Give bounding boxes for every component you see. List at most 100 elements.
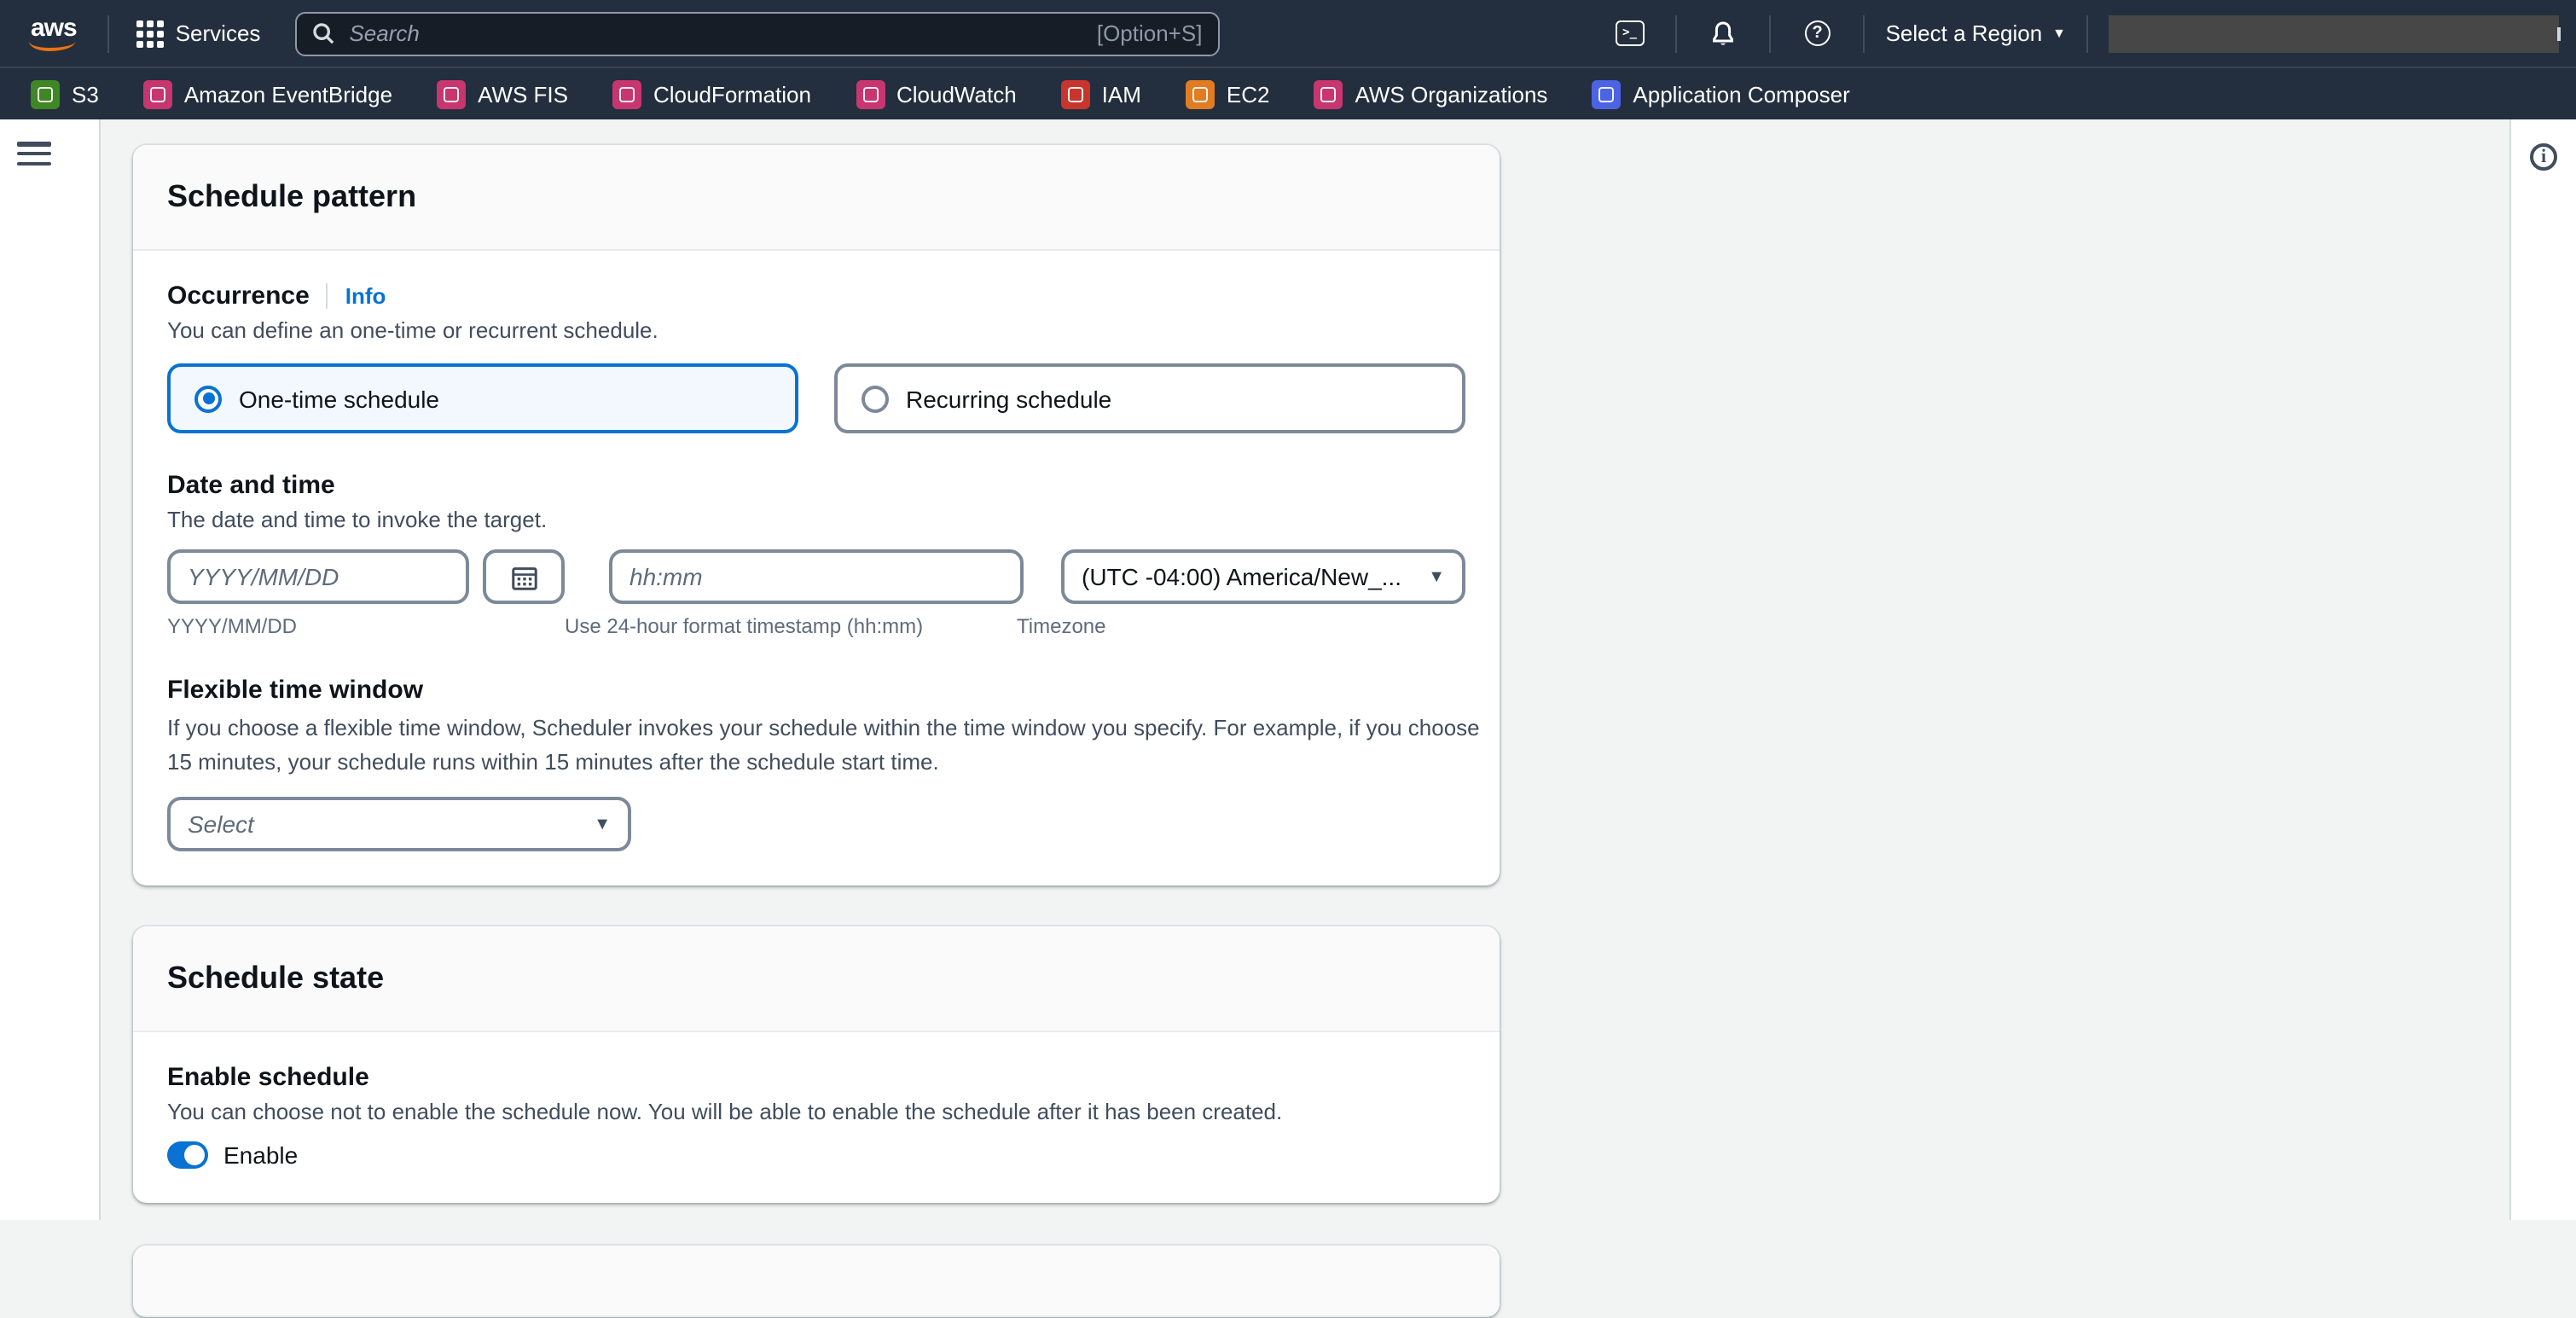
occurrence-info-link[interactable]: Info [345, 283, 386, 309]
services-menu-button[interactable]: Services [126, 20, 271, 47]
organizations-icon [1314, 79, 1343, 108]
enable-schedule-label: Enable schedule [167, 1064, 1465, 1093]
date-constraint: YYYY/MM/DD [167, 614, 565, 638]
card-title: Schedule state [167, 961, 1465, 997]
calendar-picker-button[interactable] [483, 549, 565, 604]
text-cursor [2557, 26, 2561, 40]
favorite-label: AWS FIS [478, 81, 568, 107]
date-time-inputs: (UTC -04:00) America/New_... ▼ [167, 549, 1465, 604]
toggle-knob [184, 1146, 205, 1166]
favorite-label: Amazon EventBridge [184, 81, 392, 107]
favorite-fis[interactable]: AWS FIS [437, 79, 568, 108]
chevron-down-icon: ▼ [594, 816, 611, 834]
recurring-schedule-tile[interactable]: Recurring schedule [834, 363, 1465, 433]
cloudwatch-icon [856, 79, 885, 108]
schedule-state-body: Enable schedule You can choose not to en… [133, 1033, 1500, 1204]
search-box[interactable]: [Option+S] [294, 11, 1219, 55]
occurrence-label: Occurrence [167, 282, 310, 311]
favorite-application-composer[interactable]: Application Composer [1592, 79, 1849, 108]
aws-logo[interactable]: aws [17, 14, 90, 53]
aws-smile-icon [29, 39, 75, 51]
flexible-time-window-field: Flexible time window If you choose a fle… [167, 676, 1465, 852]
search-shortcut-hint: [Option+S] [1097, 20, 1203, 46]
schedule-pattern-card: Schedule pattern Occurrence Info You can… [133, 145, 1500, 886]
chevron-down-icon: ▼ [1428, 567, 1445, 586]
occurrence-label-row: Occurrence Info [167, 282, 1465, 311]
ec2-icon [1186, 79, 1215, 108]
tile-label: Recurring schedule [906, 385, 1111, 412]
favorite-eventbridge[interactable]: Amazon EventBridge [143, 79, 392, 108]
s3-icon [31, 79, 60, 108]
favorite-cloudformation[interactable]: CloudFormation [612, 79, 811, 108]
aws-console: aws Services [Option+S] >_ [0, 0, 2576, 1220]
constraint-texts: YYYY/MM/DD Use 24-hour format timestamp … [167, 614, 1465, 638]
date-input[interactable] [167, 549, 469, 604]
favorite-label: CloudWatch [896, 81, 1017, 107]
services-grid-icon [136, 20, 164, 47]
eventbridge-icon [143, 79, 172, 108]
divider [1864, 15, 1865, 52]
occurrence-description: You can define an one-time or recurrent … [167, 317, 1465, 343]
divider [1676, 15, 1678, 52]
search-input[interactable] [345, 19, 1084, 48]
calendar-icon [509, 562, 538, 591]
enable-toggle-label: Enable [223, 1142, 298, 1170]
radio-selected-icon[interactable] [194, 385, 222, 412]
help-panel-collapsed: i [2509, 119, 2576, 1220]
timezone-select[interactable]: (UTC -04:00) America/New_... ▼ [1061, 549, 1465, 604]
favorite-iam[interactable]: IAM [1061, 79, 1141, 108]
flexible-window-select[interactable]: Select ▼ [167, 798, 631, 852]
info-icon[interactable]: i [2530, 143, 2557, 171]
enable-toggle-row: Enable [167, 1142, 1465, 1170]
help-icon: ? [1805, 20, 1830, 46]
account-menu-redacted[interactable] [2109, 15, 2559, 52]
divider [327, 283, 328, 309]
date-time-label: Date and time [167, 471, 1465, 500]
timezone-constraint: Timezone [1017, 614, 1106, 638]
time-input[interactable] [609, 549, 1024, 604]
application-composer-icon [1592, 79, 1621, 108]
schedule-state-header: Schedule state [133, 927, 1500, 1033]
cloudshell-button[interactable]: >_ [1604, 11, 1656, 55]
tile-label: One-time schedule [239, 385, 439, 412]
services-label: Services [176, 20, 261, 46]
enable-schedule-description: You can choose not to enable the schedul… [167, 1100, 1465, 1125]
divider [1770, 15, 1772, 52]
favorite-organizations[interactable]: AWS Organizations [1314, 79, 1548, 108]
favorite-label: IAM [1102, 81, 1141, 107]
open-menu-button[interactable] [17, 142, 51, 165]
favorite-s3[interactable]: S3 [31, 79, 99, 108]
help-button[interactable]: ? [1792, 11, 1843, 55]
favorite-label: EC2 [1227, 81, 1270, 107]
schedule-pattern-body: Occurrence Info You can define an one-ti… [133, 251, 1500, 886]
occurrence-options: One-time schedule Recurring schedule [167, 363, 1465, 433]
radio-unselected-icon[interactable] [862, 385, 889, 412]
region-selector[interactable]: Select a Region ▼ [1886, 20, 2066, 46]
side-navigation-collapsed [0, 119, 101, 1220]
select-placeholder: Select [188, 811, 254, 839]
next-section-header [133, 1246, 1500, 1318]
schedule-state-card: Schedule state Enable schedule You can c… [133, 927, 1500, 1204]
favorite-label: S3 [72, 81, 99, 107]
enable-toggle[interactable] [167, 1142, 208, 1170]
favorite-label: AWS Organizations [1355, 81, 1548, 107]
one-time-schedule-tile[interactable]: One-time schedule [167, 363, 798, 433]
favorite-cloudwatch[interactable]: CloudWatch [856, 79, 1017, 108]
chevron-down-icon: ▼ [2052, 26, 2066, 41]
top-nav-bar: aws Services [Option+S] >_ [0, 0, 2576, 67]
date-time-field: Date and time The date and time to invok… [167, 471, 1465, 638]
date-time-description: The date and time to invoke the target. [167, 507, 1465, 532]
notifications-button[interactable] [1698, 11, 1749, 55]
timezone-value: (UTC -04:00) America/New_... [1082, 563, 1401, 590]
fis-icon [437, 79, 466, 108]
content-column: Schedule pattern Occurrence Info You can… [101, 119, 2509, 1220]
favorite-label: CloudFormation [653, 81, 811, 107]
card-title: Schedule pattern [167, 179, 1465, 215]
aws-logo-text: aws [31, 14, 77, 43]
favorite-label: Application Composer [1633, 81, 1849, 107]
favorite-ec2[interactable]: EC2 [1186, 79, 1270, 108]
flexible-window-label: Flexible time window [167, 676, 1465, 705]
cloudformation-icon [612, 79, 641, 108]
divider [107, 15, 109, 52]
iam-icon [1061, 79, 1090, 108]
